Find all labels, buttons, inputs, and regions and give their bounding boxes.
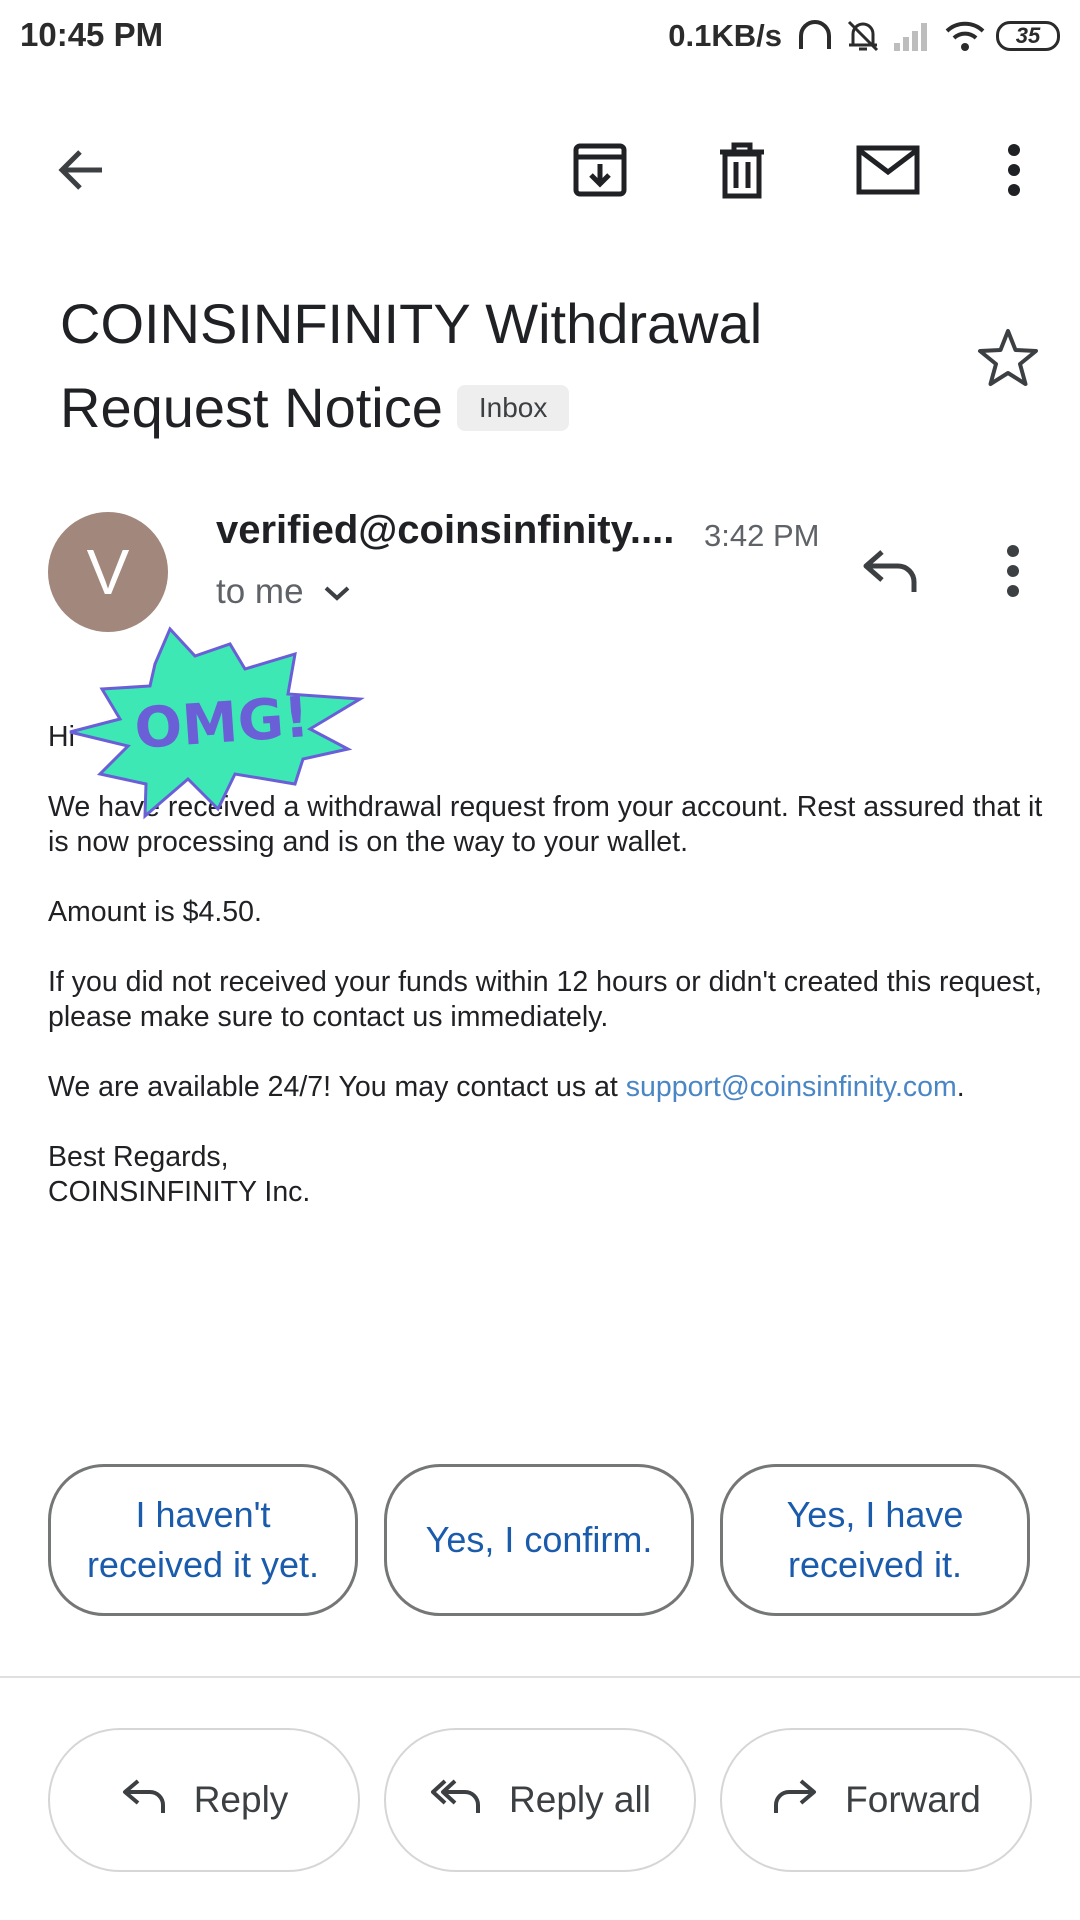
wifi-icon [944, 19, 986, 53]
network-speed: 0.1KB/s [668, 18, 782, 53]
email-subject: COINSINFINITY Withdrawal Request Notice … [60, 282, 920, 450]
reply-all-label: Reply all [509, 1779, 651, 1820]
reply-all-icon [429, 1776, 483, 1825]
recipient-toggle[interactable]: to me [216, 572, 352, 612]
reply-icon[interactable] [850, 536, 930, 606]
omg-sticker: OMG! [69, 626, 365, 820]
avatar[interactable]: V [48, 512, 168, 632]
battery-icon: 35 [996, 21, 1060, 51]
signoff: Best Regards, [48, 1141, 229, 1173]
reply-label: Reply [193, 1779, 289, 1820]
bell-off-icon [844, 17, 882, 55]
sticker-text: OMG! [132, 685, 311, 762]
body-paragraph: Amount is $4.50. [48, 896, 262, 928]
forward-button[interactable]: Forward [720, 1728, 1032, 1872]
delete-icon[interactable] [702, 130, 782, 210]
forward-icon [771, 1776, 819, 1825]
status-icons: 0.1KB/s 35 [668, 14, 1060, 58]
star-icon[interactable] [972, 322, 1044, 394]
body-paragraph: We are available 24/7! You may contact u… [48, 1071, 965, 1103]
inbox-label-badge[interactable]: Inbox [456, 385, 570, 431]
subject-line: Request Notice [60, 376, 443, 439]
status-bar: 10:45 PM 0.1KB/s 35 [0, 0, 1080, 72]
recipient-label: to me [216, 572, 304, 611]
signal-icon [892, 19, 934, 53]
forward-label: Forward [845, 1779, 981, 1820]
chevron-down-icon [322, 572, 352, 612]
email-toolbar [0, 120, 1080, 220]
reply-button[interactable]: Reply [48, 1728, 360, 1872]
support-email-link[interactable]: support@coinsinfinity.com [626, 1071, 957, 1103]
smart-reply-received[interactable]: Yes, I have received it. [720, 1464, 1030, 1616]
smart-reply-confirm[interactable]: Yes, I confirm. [384, 1464, 694, 1616]
back-arrow-icon[interactable] [42, 130, 122, 210]
smart-reply-not-received[interactable]: I haven't received it yet. [48, 1464, 358, 1616]
divider [0, 1676, 1080, 1678]
sender-address[interactable]: verified@coinsinfinity.... [216, 508, 674, 553]
archive-icon[interactable] [560, 130, 640, 210]
reply-all-button[interactable]: Reply all [384, 1728, 696, 1872]
subject-line: COINSINFINITY Withdrawal [60, 292, 763, 355]
mark-unread-icon[interactable] [848, 130, 928, 210]
more-vert-icon[interactable] [974, 130, 1054, 210]
message-more-icon[interactable] [990, 540, 1036, 602]
status-time: 10:45 PM [20, 16, 164, 53]
company-name: COINSINFINITY Inc. [48, 1176, 311, 1208]
email-time: 3:42 PM [704, 518, 820, 553]
reply-icon [120, 1776, 168, 1825]
headphones-icon [796, 17, 834, 55]
body-paragraph: If you did not received your funds withi… [48, 966, 1043, 1033]
